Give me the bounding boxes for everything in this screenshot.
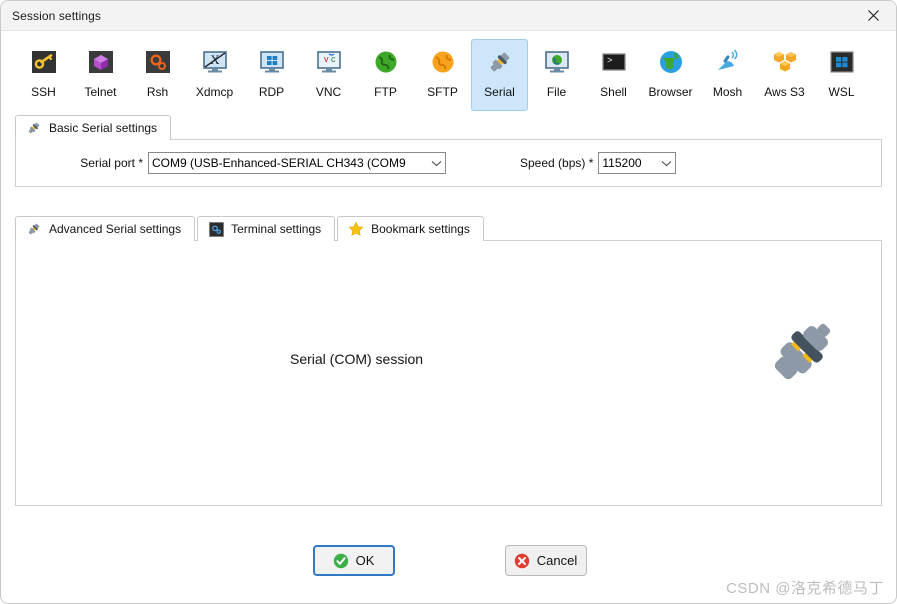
speed-value: 115200 bbox=[602, 156, 642, 170]
session-type-rdp[interactable]: RDP bbox=[243, 39, 300, 111]
serial-plug-icon bbox=[484, 46, 516, 78]
chevron-down-icon[interactable] bbox=[428, 160, 445, 167]
session-type-label: FTP bbox=[374, 85, 397, 99]
terminal-gears-icon bbox=[208, 221, 224, 237]
session-type-toolbar: SSH Telnet Rsh Xdmcp RDP v c VNC FTP SFT… bbox=[1, 31, 896, 114]
serial-port-value: COM9 (USB-Enhanced-SERIAL CH343 (COM9 bbox=[152, 156, 406, 170]
serial-plug-icon bbox=[26, 221, 42, 237]
ok-button-label: OK bbox=[355, 553, 375, 568]
svg-text:v: v bbox=[324, 54, 329, 64]
session-type-rsh[interactable]: Rsh bbox=[129, 39, 186, 111]
session-type-browser[interactable]: Browser bbox=[642, 39, 699, 111]
tab-label: Basic Serial settings bbox=[49, 121, 158, 135]
basic-settings-body: Serial port * COM9 (USB-Enhanced-SERIAL … bbox=[15, 139, 882, 187]
xdmcp-monitor-icon: X bbox=[199, 46, 231, 78]
session-type-label: Xdmcp bbox=[195, 85, 234, 99]
file-monitor-icon bbox=[541, 46, 573, 78]
serial-port-select[interactable]: COM9 (USB-Enhanced-SERIAL CH343 (COM9 bbox=[148, 152, 446, 174]
close-button[interactable] bbox=[851, 1, 896, 30]
titlebar: Session settings bbox=[1, 1, 896, 31]
session-type-label: RDP bbox=[258, 85, 285, 99]
session-type-label: Aws S3 bbox=[764, 85, 805, 99]
session-type-wsl[interactable]: WSL bbox=[813, 39, 870, 111]
session-type-vnc[interactable]: v c VNC bbox=[300, 39, 357, 111]
session-caption: Serial (COM) session bbox=[290, 351, 424, 367]
session-type-label: Browser bbox=[648, 85, 693, 99]
mosh-satellite-icon bbox=[712, 46, 744, 78]
session-type-label: VNC bbox=[315, 85, 342, 99]
tab-terminal-settings[interactable]: Terminal settings bbox=[197, 216, 336, 241]
sftp-globe-icon bbox=[427, 46, 459, 78]
session-settings-dialog: Session settings SSH Telnet Rsh Xdmcp RD… bbox=[0, 0, 897, 604]
session-type-label: File bbox=[546, 85, 567, 99]
cancel-button-label: Cancel bbox=[536, 553, 578, 568]
session-type-label: Telnet bbox=[84, 85, 117, 99]
telnet-cube-icon bbox=[85, 46, 117, 78]
basic-tabstrip: Basic Serial settings bbox=[15, 114, 882, 140]
session-type-shell[interactable]: > Shell bbox=[585, 39, 642, 111]
session-type-sftp[interactable]: SFTP bbox=[414, 39, 471, 111]
vnc-monitor-icon: v c bbox=[313, 46, 345, 78]
serial-port-label: Serial port * bbox=[80, 156, 143, 170]
speed-select[interactable]: 115200 bbox=[598, 152, 677, 174]
session-type-label: WSL bbox=[828, 85, 855, 99]
tab-label: Bookmark settings bbox=[371, 222, 470, 236]
serial-plug-illustration bbox=[767, 309, 845, 387]
tab-bookmark-settings[interactable]: Bookmark settings bbox=[337, 216, 484, 241]
watermark: CSDN @洛克希德马丁 bbox=[726, 580, 884, 597]
red-cross-icon bbox=[514, 553, 530, 569]
cancel-button[interactable]: Cancel bbox=[504, 545, 587, 576]
ssh-key-icon bbox=[28, 46, 60, 78]
green-check-icon bbox=[333, 553, 349, 569]
shell-prompt-icon: > bbox=[598, 46, 630, 78]
window-title: Session settings bbox=[12, 8, 101, 23]
ftp-globe-icon bbox=[370, 46, 402, 78]
session-type-label: Serial bbox=[484, 85, 515, 99]
lower-tabstrip: Advanced Serial settings Terminal settin… bbox=[15, 215, 882, 241]
session-type-xdmcp[interactable]: X Xdmcp bbox=[186, 39, 243, 111]
session-type-label: Mosh bbox=[712, 85, 743, 99]
session-type-mosh[interactable]: Mosh bbox=[699, 39, 756, 111]
rsh-gears-icon bbox=[142, 46, 174, 78]
serial-plug-icon bbox=[26, 120, 42, 136]
tab-advanced-serial-settings[interactable]: Advanced Serial settings bbox=[15, 216, 196, 241]
advanced-settings-panel: Advanced Serial settings Terminal settin… bbox=[1, 215, 896, 506]
tab-basic-serial-settings[interactable]: Basic Serial settings bbox=[15, 115, 172, 140]
aws-s3-boxes-icon bbox=[769, 46, 801, 78]
session-type-file[interactable]: File bbox=[528, 39, 585, 111]
session-type-label: SSH bbox=[31, 85, 56, 99]
tab-label: Advanced Serial settings bbox=[49, 222, 182, 236]
session-type-ftp[interactable]: FTP bbox=[357, 39, 414, 111]
session-type-label: SFTP bbox=[427, 85, 458, 99]
dialog-button-bar: OK Cancel bbox=[1, 545, 896, 576]
ok-button[interactable]: OK bbox=[312, 545, 395, 576]
speed-label: Speed (bps) * bbox=[520, 156, 594, 170]
browser-globe-icon bbox=[655, 46, 687, 78]
session-type-serial[interactable]: Serial bbox=[471, 39, 528, 111]
wsl-windows-icon bbox=[826, 46, 858, 78]
star-icon bbox=[348, 221, 364, 237]
close-icon bbox=[868, 10, 879, 21]
session-type-label: Rsh bbox=[146, 85, 169, 99]
session-type-telnet[interactable]: Telnet bbox=[72, 39, 129, 111]
session-type-aws-s3[interactable]: Aws S3 bbox=[756, 39, 813, 111]
rdp-monitor-icon bbox=[256, 46, 288, 78]
session-type-ssh[interactable]: SSH bbox=[15, 39, 72, 111]
tab-label: Terminal settings bbox=[231, 222, 322, 236]
session-type-label: Shell bbox=[600, 85, 627, 99]
svg-text:>: > bbox=[607, 56, 612, 66]
chevron-down-icon[interactable] bbox=[658, 160, 675, 167]
session-preview-body: Serial (COM) session bbox=[15, 240, 882, 506]
basic-settings-panel: Basic Serial settings Serial port * COM9… bbox=[1, 114, 896, 187]
